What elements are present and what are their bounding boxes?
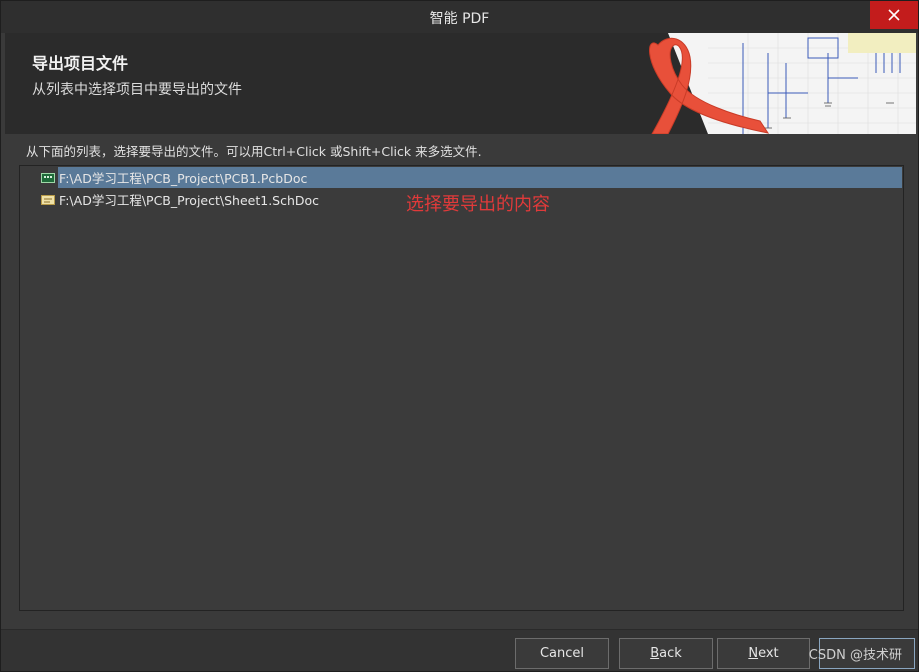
sch-doc-icon (41, 194, 55, 205)
file-path: F:\AD学习工程\PCB_Project\Sheet1.SchDoc (59, 193, 320, 208)
file-path-wrap: F:\AD学习工程\PCB_Project\PCB1.PcbDoc (58, 167, 902, 188)
next-mnemonic: N (748, 646, 759, 661)
instruction-text: 从下面的列表，选择要导出的文件。可以用Ctrl+Click 或Shift+Cli… (26, 144, 482, 159)
back-label-rest: ack (659, 646, 682, 661)
title-bar[interactable]: 智能 PDF (1, 1, 918, 33)
file-list-item[interactable]: F:\AD学习工程\PCB_Project\PCB1.PcbDoc (21, 167, 902, 188)
annotation-text: 选择要导出的内容 (406, 194, 550, 215)
window-title: 智能 PDF (429, 11, 490, 27)
header-subtitle: 从列表中选择项目中要导出的文件 (32, 82, 242, 98)
cancel-button-label: Cancel (539, 646, 585, 661)
close-button[interactable] (870, 1, 918, 29)
file-list[interactable]: F:\AD学习工程\PCB_Project\PCB1.PcbDoc F:\AD学… (19, 165, 904, 611)
pdf-schematic-banner-icon (648, 33, 916, 134)
file-path: F:\AD学习工程\PCB_Project\PCB1.PcbDoc (59, 171, 308, 186)
next-button-label: Next (748, 646, 778, 661)
smart-pdf-dialog: 智能 PDF 导出项目文件 从列表中选择项目中要导出的文件 从下面的列表，选择要… (0, 0, 919, 672)
back-button-label: Back (650, 646, 682, 661)
cancel-button[interactable]: Cancel (515, 638, 609, 669)
next-button[interactable]: Next (717, 638, 810, 669)
back-mnemonic: B (650, 646, 660, 661)
wizard-footer: Cancel Back Next CSDN @技术研 (1, 630, 918, 671)
header-title: 导出项目文件 (32, 54, 129, 73)
wizard-header: 导出项目文件 从列表中选择项目中要导出的文件 (5, 33, 916, 134)
pcb-doc-icon (41, 172, 55, 183)
close-icon (888, 9, 900, 21)
back-button[interactable]: Back (619, 638, 713, 669)
next-label-rest: ext (758, 646, 779, 661)
csdn-watermark: CSDN @技术研 (808, 648, 902, 663)
